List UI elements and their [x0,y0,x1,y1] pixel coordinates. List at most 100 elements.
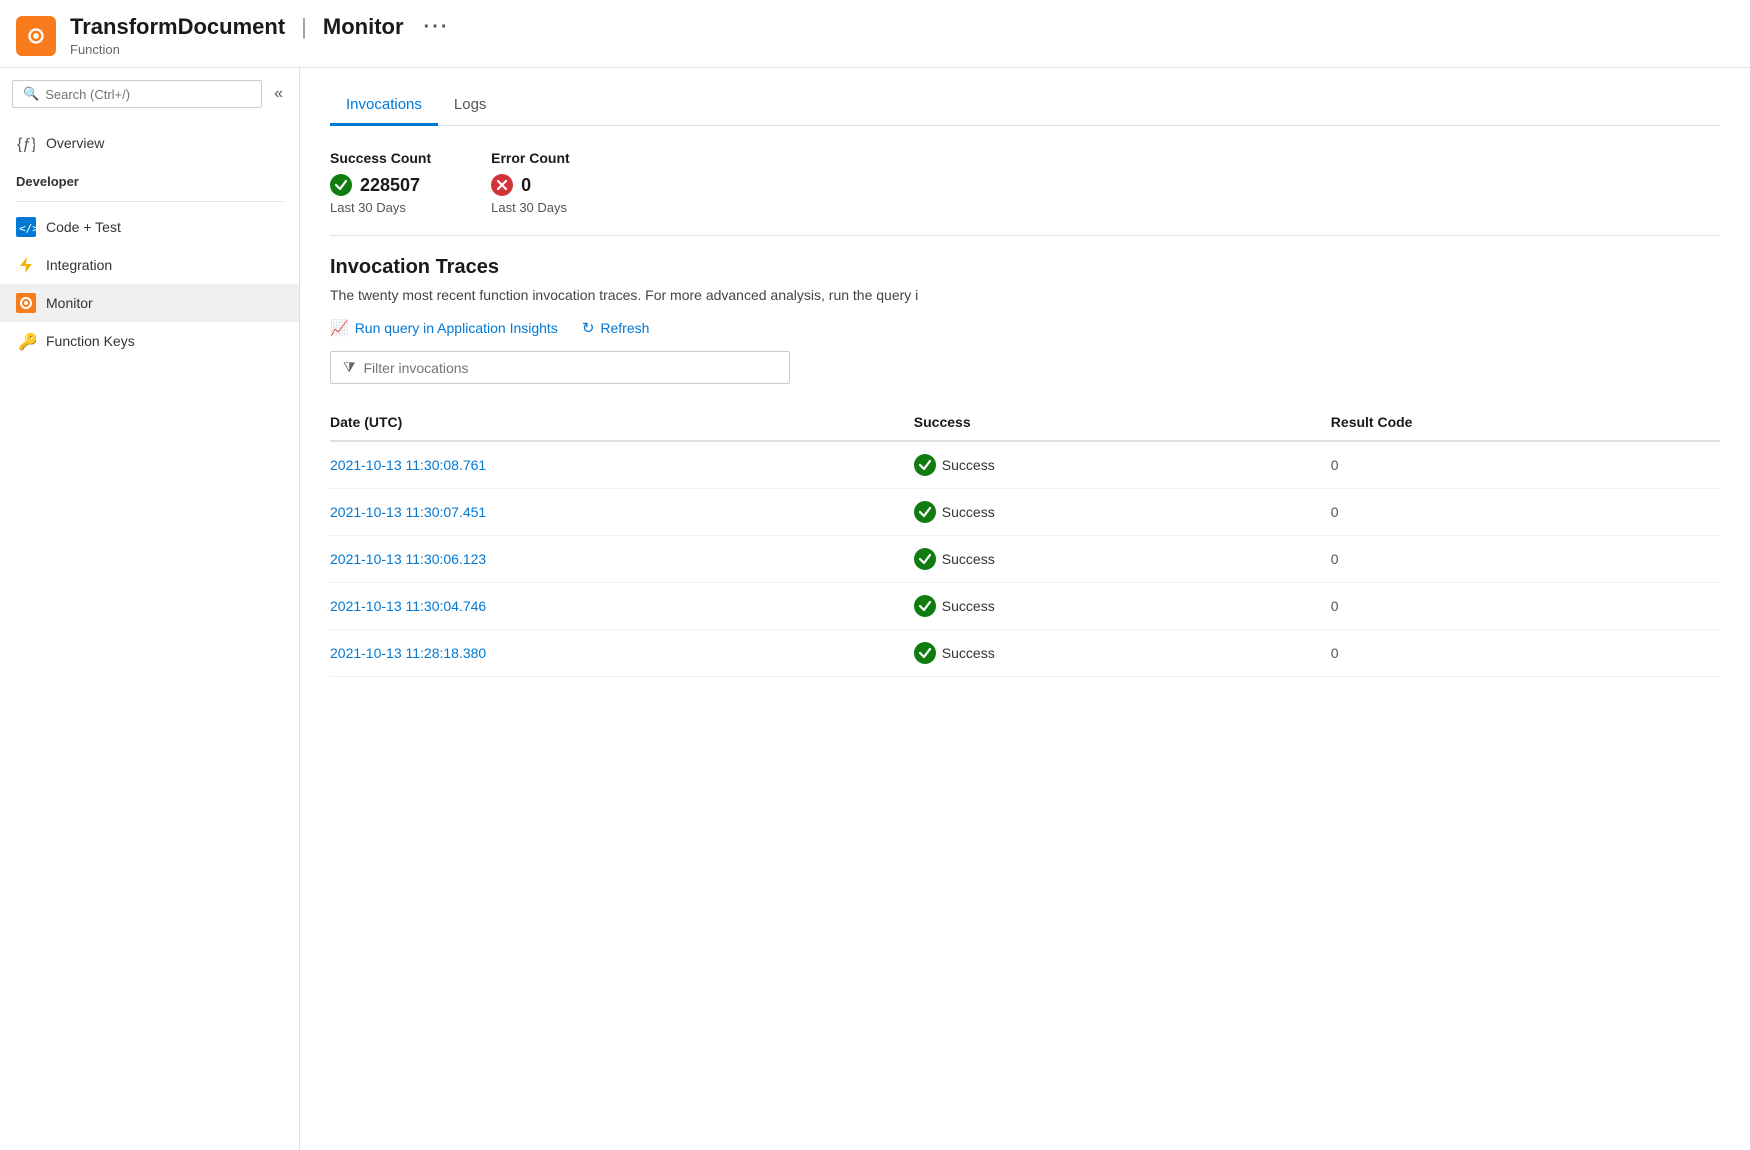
success-check-icon [914,454,936,476]
date-link[interactable]: 2021-10-13 11:30:07.451 [330,504,486,520]
date-link[interactable]: 2021-10-13 11:30:04.746 [330,598,486,614]
error-count-sublabel: Last 30 Days [491,200,570,215]
result-code-value: 0 [1331,457,1339,473]
search-bar: 🔍 « [12,80,287,108]
success-text: Success [942,598,995,614]
header-title-block: TransformDocument | Monitor ··· Function [70,14,450,57]
success-cell: Success [914,536,1331,583]
success-count-sublabel: Last 30 Days [330,200,431,215]
success-badge: Success [914,501,1317,523]
date-link[interactable]: 2021-10-13 11:30:08.761 [330,457,486,473]
collapse-sidebar-button[interactable]: « [270,81,287,107]
invocations-table: Date (UTC) Success Result Code 2021-10-1… [330,404,1720,677]
sidebar-item-monitor[interactable]: Monitor [0,284,299,322]
success-icon [330,174,352,196]
code-test-label: Code + Test [46,219,121,235]
success-count-block: Success Count 228507 Last 30 Days [330,150,431,215]
search-input[interactable] [45,87,251,102]
success-check-icon [914,501,936,523]
invocation-traces-title: Invocation Traces [330,256,1720,279]
invocation-traces-desc: The twenty most recent function invocati… [330,287,1720,303]
filter-input[interactable] [364,360,778,376]
filter-icon: ⧩ [343,359,356,376]
table-row: 2021-10-13 11:30:07.451 Success 0 [330,489,1720,536]
key-icon: 🔑 [16,331,36,351]
success-count-value-row: 228507 [330,174,431,196]
sidebar-item-overview[interactable]: {ƒ} Overview [0,124,299,162]
stats-row: Success Count 228507 Last 30 Days Error … [330,150,1720,215]
refresh-button[interactable]: ↻ Refresh [582,319,650,337]
sidebar-item-integration[interactable]: Integration [0,246,299,284]
code-icon: </> [16,217,36,237]
error-count-value: 0 [521,175,531,196]
lightning-icon [16,255,36,275]
date-link[interactable]: 2021-10-13 11:30:06.123 [330,551,486,567]
developer-section-label: Developer [0,162,299,195]
sidebar-divider [16,201,283,202]
header-title: TransformDocument | Monitor ··· [70,14,450,40]
success-check-icon [914,595,936,617]
main-layout: 🔍 « {ƒ} Overview Developer </> Co [0,68,1750,1150]
sidebar-item-function-keys[interactable]: 🔑 Function Keys [0,322,299,360]
success-check-icon [914,642,936,664]
success-text: Success [942,504,995,520]
filter-wrap[interactable]: ⧩ [330,351,790,384]
stats-divider [330,235,1720,236]
svg-text:{ƒ}: {ƒ} [17,136,35,152]
table-row: 2021-10-13 11:30:06.123 Success 0 [330,536,1720,583]
result-code-cell: 0 [1331,536,1720,583]
error-count-label: Error Count [491,150,570,166]
resource-name: TransformDocument [70,14,285,40]
chart-icon: 📈 [330,319,349,337]
table-row: 2021-10-13 11:30:08.761 Success 0 [330,441,1720,489]
more-options-icon[interactable]: ··· [424,16,450,39]
table-row: 2021-10-13 11:28:18.380 Success 0 [330,630,1720,677]
col-header-result-code: Result Code [1331,404,1720,441]
refresh-label: Refresh [600,320,649,336]
action-row: 📈 Run query in Application Insights ↻ Re… [330,319,1720,337]
result-code-cell: 0 [1331,441,1720,489]
run-query-link[interactable]: 📈 Run query in Application Insights [330,319,558,337]
success-text: Success [942,645,995,661]
tab-invocations[interactable]: Invocations [330,86,438,126]
monitor-label: Monitor [46,295,93,311]
tab-logs[interactable]: Logs [438,86,503,126]
col-header-success: Success [914,404,1331,441]
integration-label: Integration [46,257,112,273]
success-check-icon [914,548,936,570]
sidebar-item-code-test[interactable]: </> Code + Test [0,208,299,246]
error-icon [491,174,513,196]
run-query-label: Run query in Application Insights [355,320,558,336]
success-badge: Success [914,548,1317,570]
header-subtitle: Function [70,42,450,57]
table-row: 2021-10-13 11:30:04.746 Success 0 [330,583,1720,630]
header-section: Monitor [323,14,404,40]
result-code-value: 0 [1331,598,1339,614]
search-input-wrap[interactable]: 🔍 [12,80,262,108]
overview-label: Overview [46,135,104,151]
app-icon [16,16,56,56]
refresh-icon: ↻ [582,319,595,337]
header-separator: | [301,14,307,40]
success-cell: Success [914,583,1331,630]
result-code-cell: 0 [1331,489,1720,536]
main-content: Invocations Logs Success Count 228507 La… [300,68,1750,1150]
tabs-bar: Invocations Logs [330,68,1720,126]
svg-text:</>: </> [19,222,36,235]
success-badge: Success [914,595,1317,617]
date-link[interactable]: 2021-10-13 11:28:18.380 [330,645,486,661]
success-cell: Success [914,630,1331,677]
function-keys-label: Function Keys [46,333,135,349]
svg-text:🔑: 🔑 [18,332,36,351]
search-icon: 🔍 [23,86,39,102]
success-badge: Success [914,454,1317,476]
page-header: TransformDocument | Monitor ··· Function [0,0,1750,68]
success-text: Success [942,551,995,567]
result-code-value: 0 [1331,645,1339,661]
result-code-value: 0 [1331,504,1339,520]
error-count-value-row: 0 [491,174,570,196]
result-code-cell: 0 [1331,583,1720,630]
overview-icon: {ƒ} [16,133,36,153]
success-badge: Success [914,642,1317,664]
sidebar: 🔍 « {ƒ} Overview Developer </> Co [0,68,300,1150]
